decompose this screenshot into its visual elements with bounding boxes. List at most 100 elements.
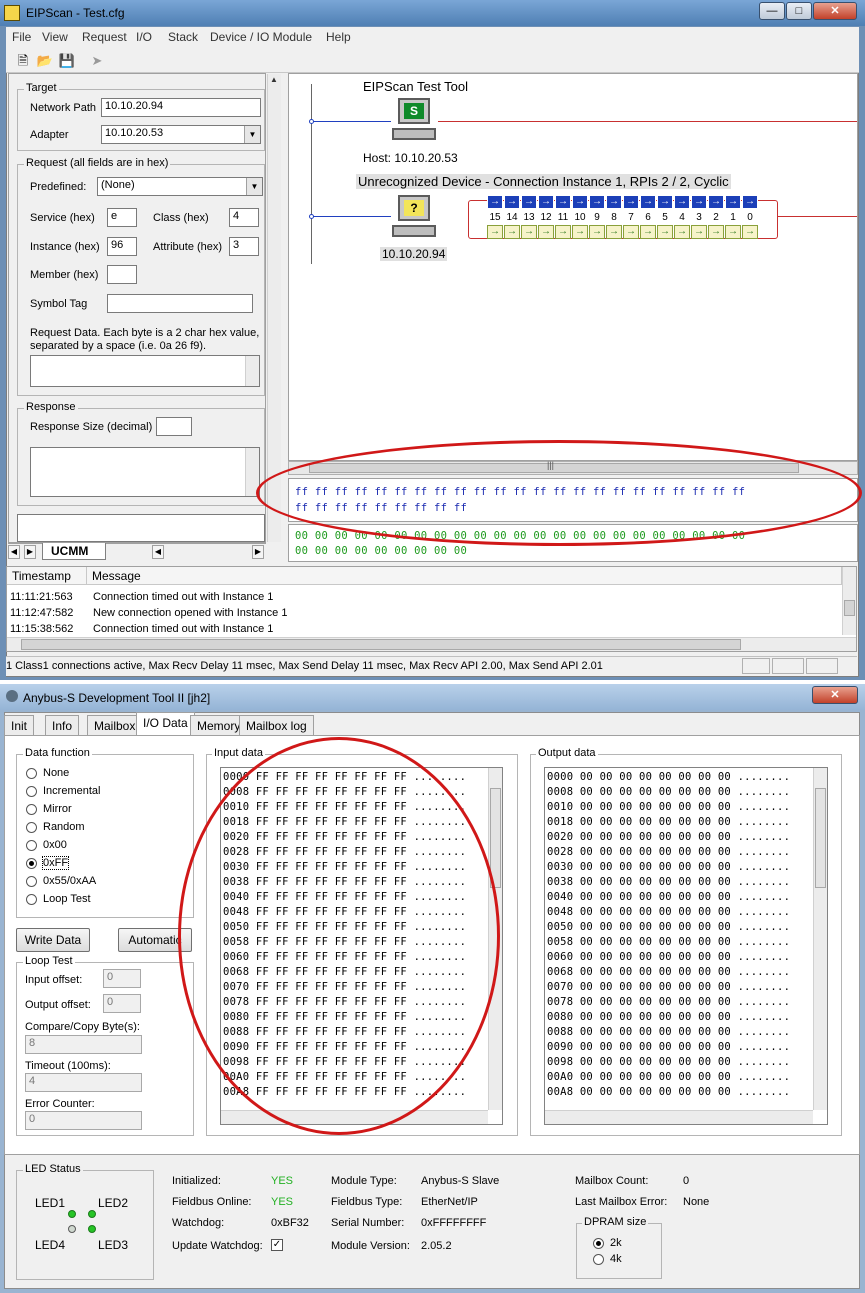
request-data-scrollbar[interactable] <box>245 356 259 386</box>
io-input-point-icon[interactable]: → <box>708 225 724 239</box>
io-input-point-icon[interactable]: → <box>674 225 690 239</box>
output-offset-input[interactable]: 0 <box>103 994 141 1013</box>
io-input-point-icon[interactable]: → <box>589 225 605 239</box>
open-folder-icon[interactable]: 📂 <box>36 52 54 70</box>
anybus-titlebar[interactable]: Anybus-S Development Tool II [jh2] ✕ <box>0 684 865 710</box>
response-size-input[interactable] <box>156 417 192 436</box>
chevron-down-icon[interactable]: ▼ <box>244 126 260 143</box>
attribute-input[interactable]: 3 <box>229 237 259 256</box>
log-horizontal-scrollbar[interactable] <box>7 637 856 651</box>
log-header-timestamp[interactable]: Timestamp <box>7 567 87 585</box>
menu-file[interactable]: File <box>12 30 31 44</box>
data-function-radio[interactable] <box>26 786 37 797</box>
log-vertical-scrollbar[interactable] <box>842 567 856 635</box>
timeout-input[interactable]: 4 <box>25 1073 142 1092</box>
tab-mailbox[interactable]: Mailbox <box>87 715 143 735</box>
io-output-point-icon[interactable]: → <box>521 195 537 209</box>
io-output-point-icon[interactable]: → <box>657 195 673 209</box>
io-input-point-icon[interactable]: → <box>691 225 707 239</box>
io-input-point-icon[interactable]: → <box>521 225 537 239</box>
maximize-button[interactable]: □ <box>786 2 812 20</box>
symbol-tag-input[interactable] <box>107 294 253 313</box>
io-output-point-icon[interactable]: → <box>725 195 741 209</box>
tab-next-icon[interactable]: ▶ <box>24 545 36 559</box>
io-output-point-icon[interactable]: → <box>691 195 707 209</box>
data-function-radio[interactable] <box>26 768 37 779</box>
menu-stack[interactable]: Stack <box>168 30 198 44</box>
dpram-2k-radio[interactable] <box>593 1238 604 1249</box>
io-output-point-icon[interactable]: → <box>555 195 571 209</box>
io-output-point-icon[interactable]: → <box>742 195 758 209</box>
menu-help[interactable]: Help <box>326 30 351 44</box>
scroll-up-icon[interactable]: ▲ <box>270 75 278 84</box>
instance-input[interactable]: 96 <box>107 237 137 256</box>
data-function-radio[interactable] <box>26 840 37 851</box>
hscroll-right-icon[interactable]: ▶ <box>252 545 264 559</box>
tab-io-data[interactable]: I/O Data <box>136 712 195 736</box>
io-output-point-icon[interactable]: → <box>504 195 520 209</box>
io-output-point-icon[interactable]: → <box>589 195 605 209</box>
data-function-radio[interactable] <box>26 894 37 905</box>
device-computer-icon[interactable]: ? <box>392 195 436 239</box>
output-scroll-thumb[interactable] <box>815 788 826 888</box>
data-function-radio[interactable] <box>26 804 37 815</box>
chevron-down-icon[interactable]: ▼ <box>246 178 262 195</box>
data-function-radio[interactable] <box>26 876 37 887</box>
input-offset-input[interactable]: 0 <box>103 969 141 988</box>
predefined-select[interactable]: (None) <box>97 177 263 196</box>
io-output-point-icon[interactable]: → <box>487 195 503 209</box>
output-vertical-scrollbar[interactable] <box>813 768 827 1110</box>
log-hscroll-thumb[interactable] <box>21 639 741 650</box>
eipscan-titlebar[interactable]: EIPScan - Test.cfg — □ ✕ <box>0 0 865 26</box>
io-output-point-icon[interactable]: → <box>708 195 724 209</box>
io-input-point-icon[interactable]: → <box>657 225 673 239</box>
io-input-point-icon[interactable]: → <box>606 225 622 239</box>
dpram-4k-radio[interactable] <box>593 1254 604 1265</box>
io-output-point-icon[interactable]: → <box>623 195 639 209</box>
minimize-button[interactable]: — <box>759 2 785 20</box>
data-function-radio[interactable] <box>26 858 37 869</box>
log-header-message[interactable]: Message <box>87 567 842 585</box>
device-label[interactable]: Unrecognized Device - Connection Instanc… <box>356 174 731 189</box>
io-input-point-icon[interactable]: → <box>487 225 503 239</box>
menu-device[interactable]: Device / IO Module <box>210 30 312 44</box>
io-input-point-icon[interactable]: → <box>725 225 741 239</box>
io-input-point-icon[interactable]: → <box>640 225 656 239</box>
menu-io[interactable]: I/O <box>136 30 152 44</box>
tab-ucmm[interactable]: UCMM <box>42 543 106 560</box>
close-button[interactable]: ✕ <box>813 2 857 20</box>
io-output-point-icon[interactable]: → <box>572 195 588 209</box>
io-output-point-icon[interactable]: → <box>538 195 554 209</box>
menu-request[interactable]: Request <box>82 30 127 44</box>
output-horizontal-scrollbar[interactable] <box>545 1110 813 1124</box>
request-data-input[interactable] <box>30 355 260 387</box>
write-data-button[interactable]: Write Data <box>16 928 90 952</box>
close-button[interactable]: ✕ <box>812 686 858 704</box>
class-input[interactable]: 4 <box>229 208 259 227</box>
new-file-icon[interactable]: 🗎 <box>14 52 32 70</box>
io-input-point-icon[interactable]: → <box>623 225 639 239</box>
io-input-point-icon[interactable]: → <box>538 225 554 239</box>
io-output-point-icon[interactable]: → <box>674 195 690 209</box>
io-output-point-icon[interactable]: → <box>640 195 656 209</box>
tab-mailbox-log[interactable]: Mailbox log <box>239 715 314 735</box>
tab-info[interactable]: Info <box>45 715 80 735</box>
update-watchdog-checkbox[interactable]: ✓ <box>271 1239 283 1251</box>
response-data-output[interactable] <box>30 447 260 497</box>
error-counter-input[interactable]: 0 <box>25 1111 142 1130</box>
send-request-icon[interactable]: ➤ <box>88 52 106 70</box>
tab-prev-icon[interactable]: ◀ <box>8 545 20 559</box>
io-output-point-icon[interactable]: → <box>606 195 622 209</box>
adapter-select[interactable]: 10.10.20.53 <box>101 125 261 144</box>
data-function-radio[interactable] <box>26 822 37 833</box>
hscroll-left-icon[interactable]: ◀ <box>152 545 164 559</box>
save-icon[interactable]: 💾 <box>58 52 76 70</box>
menu-view[interactable]: View <box>42 30 68 44</box>
service-input[interactable]: e <box>107 208 137 227</box>
io-input-point-icon[interactable]: → <box>572 225 588 239</box>
output-data-hexview[interactable]: 0000 00 00 00 00 00 00 00 00 ........ 000… <box>544 767 828 1125</box>
member-input[interactable] <box>107 265 137 284</box>
io-input-point-icon[interactable]: → <box>742 225 758 239</box>
io-input-point-icon[interactable]: → <box>555 225 571 239</box>
log-scroll-thumb[interactable] <box>844 600 855 616</box>
